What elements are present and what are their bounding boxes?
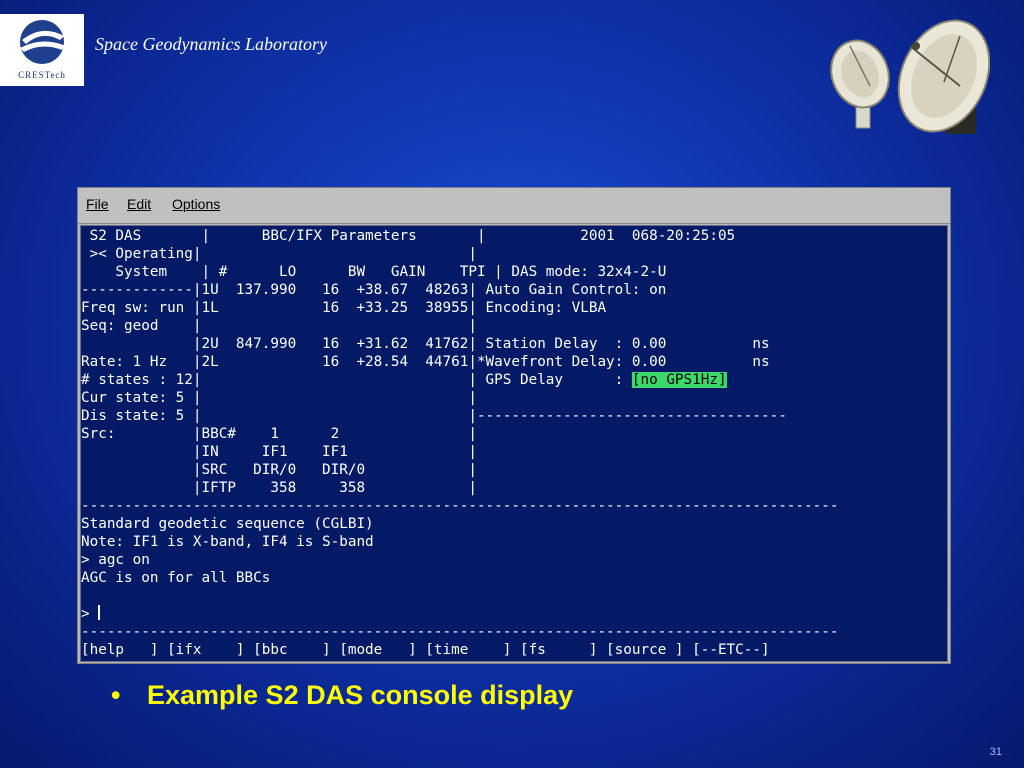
gps-delay-line: # states : 12| | GPS Delay : [no GPS1Hz]	[81, 371, 727, 389]
menu-file[interactable]: File	[86, 196, 109, 212]
lab-title: Space Geodynamics Laboratory	[95, 34, 327, 54]
text-cursor	[98, 605, 101, 620]
terminal-line: |2U 847.990 16 +31.62 41762| Station Del…	[81, 336, 770, 352]
command-prompt: >	[81, 606, 99, 622]
terminal-line: # states : 12| | GPS Delay :	[81, 372, 632, 388]
bullet-dot-icon: •	[111, 680, 121, 710]
terminal-screen[interactable]: S2 DAS | BBC/IFX Parameters | 2001 068-2…	[80, 225, 948, 662]
logo-text: CRESTech	[18, 70, 66, 80]
function-key-bar[interactable]: [help ] [ifx ] [bbc ] [mode ] [time ] [f…	[81, 641, 770, 659]
terminal-line: System | # LO BW GAIN TPI | DAS mode: 32…	[81, 264, 667, 280]
terminal-line: Seq: geod | |	[81, 318, 477, 334]
crestech-logo: CRESTech	[0, 14, 84, 86]
terminal-line: Rate: 1 Hz |2L 16 +28.54 44761|*Wavefron…	[81, 354, 770, 370]
terminal-line: |IFTP 358 358 |	[81, 480, 477, 496]
bullet-text: Example S2 DAS console display	[147, 680, 574, 710]
terminal-line: > agc on	[81, 552, 150, 568]
terminal-line: S2 DAS | BBC/IFX Parameters | 2001 068-2…	[81, 228, 736, 244]
menubar: File Edit Options	[78, 188, 950, 224]
terminal-line: Cur state: 5 | |	[81, 390, 477, 406]
terminal-line: Standard geodetic sequence (CGLBI)	[81, 516, 374, 532]
terminal-separator: ----------------------------------------…	[81, 498, 839, 514]
terminal-line: AGC is on for all BBCs	[81, 570, 271, 586]
menu-options[interactable]: Options	[172, 196, 220, 212]
page-number: 31	[989, 746, 1002, 758]
terminal-line: Note: IF1 is X-band, IF4 is S-band	[81, 534, 374, 550]
satellite-dishes-image	[830, 19, 990, 134]
terminal-line: Freq sw: run |1L 16 +33.25 38955| Encodi…	[81, 300, 607, 316]
terminal-separator: ----------------------------------------…	[81, 624, 839, 640]
terminal-line: Dis state: 5 | |------------------------…	[81, 408, 787, 424]
menu-edit[interactable]: Edit	[127, 196, 151, 212]
terminal-line: |SRC DIR/0 DIR/0 |	[81, 462, 477, 478]
command-prompt-line[interactable]: >	[81, 605, 101, 623]
terminal-line: Src: |BBC# 1 2 |	[81, 426, 477, 442]
terminal-line: |IN IF1 IF1 |	[81, 444, 477, 460]
terminal-line: >< Operating| |	[81, 246, 477, 262]
gps-status-highlight: [no GPS1Hz]	[631, 372, 727, 388]
terminal-line: -------------|1U 137.990 16 +38.67 48263…	[81, 282, 667, 298]
crestech-globe-icon	[20, 20, 66, 64]
das-console-window: File Edit Options S2 DAS | BBC/IFX Param…	[77, 187, 951, 664]
